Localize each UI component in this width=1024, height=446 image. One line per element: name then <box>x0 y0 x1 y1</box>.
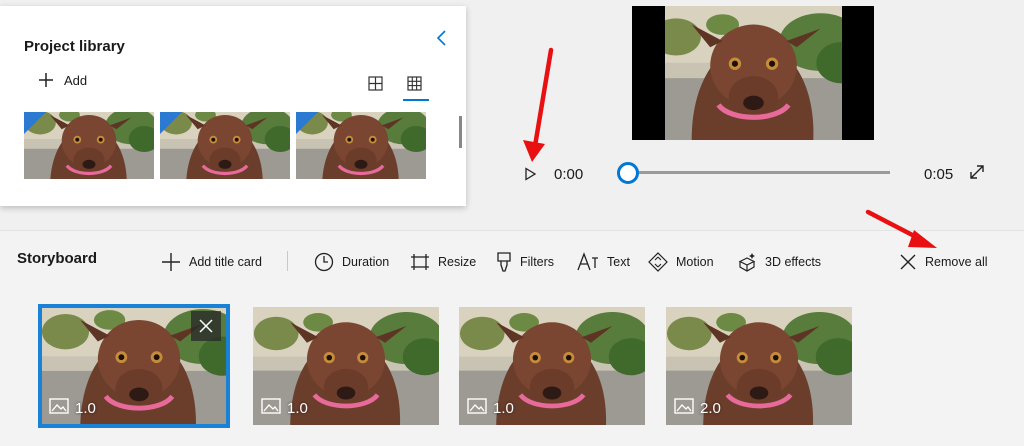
clip-duration: 2.0 <box>700 400 721 417</box>
storyboard-panel: Storyboard Add title card Duration Resiz… <box>0 230 1024 446</box>
add-title-card-label: Add title card <box>189 255 262 269</box>
collapse-library-button[interactable] <box>432 28 452 48</box>
resize-icon <box>411 254 429 270</box>
filters-button[interactable]: Filters <box>496 251 554 273</box>
image-icon <box>49 398 69 414</box>
seek-track[interactable] <box>628 171 890 174</box>
added-to-project-marker <box>160 112 182 134</box>
text-label: Text <box>607 255 630 269</box>
storyboard-clip[interactable]: 1.0 <box>38 304 230 428</box>
chevron-left-icon <box>436 30 446 46</box>
close-icon <box>199 319 213 333</box>
dog-preview-image <box>665 6 842 140</box>
storyboard-clip[interactable]: 1.0 <box>459 307 645 425</box>
clip-duration: 1.0 <box>287 400 308 417</box>
add-title-card-button[interactable]: Add title card <box>161 251 262 273</box>
add-media-label: Add <box>64 72 88 88</box>
seek-slider-thumb[interactable] <box>617 162 639 184</box>
resize-button[interactable]: Resize <box>410 251 476 273</box>
image-icon <box>674 398 694 414</box>
text-icon <box>577 252 598 271</box>
filters-icon <box>497 252 511 272</box>
project-library-panel: Project library Add <box>0 6 466 206</box>
filters-label: Filters <box>520 255 555 269</box>
total-duration: 0:05 <box>924 166 954 183</box>
plus-icon <box>162 253 180 271</box>
clip-duration: 1.0 <box>75 400 96 417</box>
resize-label: Resize <box>438 255 477 269</box>
duration-label: Duration <box>342 255 390 269</box>
motion-label: Motion <box>676 255 714 269</box>
clock-icon <box>314 252 334 272</box>
library-media-item[interactable] <box>24 112 154 179</box>
remove-all-button[interactable]: Remove all <box>899 251 988 273</box>
play-button[interactable] <box>520 164 540 184</box>
text-button[interactable]: Text <box>577 251 630 273</box>
storyboard-clip[interactable]: 1.0 <box>253 307 439 425</box>
add-media-button[interactable]: Add <box>38 72 87 88</box>
storyboard-clip[interactable]: 2.0 <box>666 307 852 425</box>
current-time: 0:00 <box>554 166 584 183</box>
toolbar-divider <box>287 251 288 271</box>
play-icon <box>525 167 537 181</box>
added-to-project-marker <box>296 112 318 134</box>
arrow-to-play-button <box>523 47 554 162</box>
3d-effects-button[interactable]: 3D effects <box>737 251 821 273</box>
plus-icon <box>39 73 53 87</box>
duration-button[interactable]: Duration <box>314 251 389 273</box>
grid-small-icon <box>406 75 422 91</box>
3d-effects-icon <box>738 253 756 272</box>
image-icon <box>467 398 487 414</box>
preview-frame <box>665 6 842 140</box>
image-icon <box>261 398 281 414</box>
remove-all-label: Remove all <box>925 255 988 269</box>
library-scrollbar[interactable] <box>459 116 462 148</box>
added-to-project-marker <box>24 112 46 134</box>
library-media-item[interactable] <box>160 112 290 179</box>
grid-large-icon <box>367 75 383 91</box>
motion-button[interactable]: Motion <box>648 251 714 273</box>
remove-clip-button[interactable] <box>191 311 221 341</box>
large-thumbnails-view-button[interactable] <box>362 70 388 96</box>
close-icon <box>900 254 916 270</box>
library-media-item[interactable] <box>296 112 426 179</box>
3d-effects-label: 3D effects <box>765 255 822 269</box>
storyboard-title: Storyboard <box>17 250 98 267</box>
fullscreen-button[interactable] <box>968 163 988 183</box>
small-thumbnails-view-button[interactable] <box>401 70 429 101</box>
project-library-title: Project library <box>24 38 125 55</box>
video-preview <box>632 6 874 140</box>
motion-icon <box>648 252 668 272</box>
clip-duration: 1.0 <box>493 400 514 417</box>
fullscreen-icon <box>970 165 984 179</box>
